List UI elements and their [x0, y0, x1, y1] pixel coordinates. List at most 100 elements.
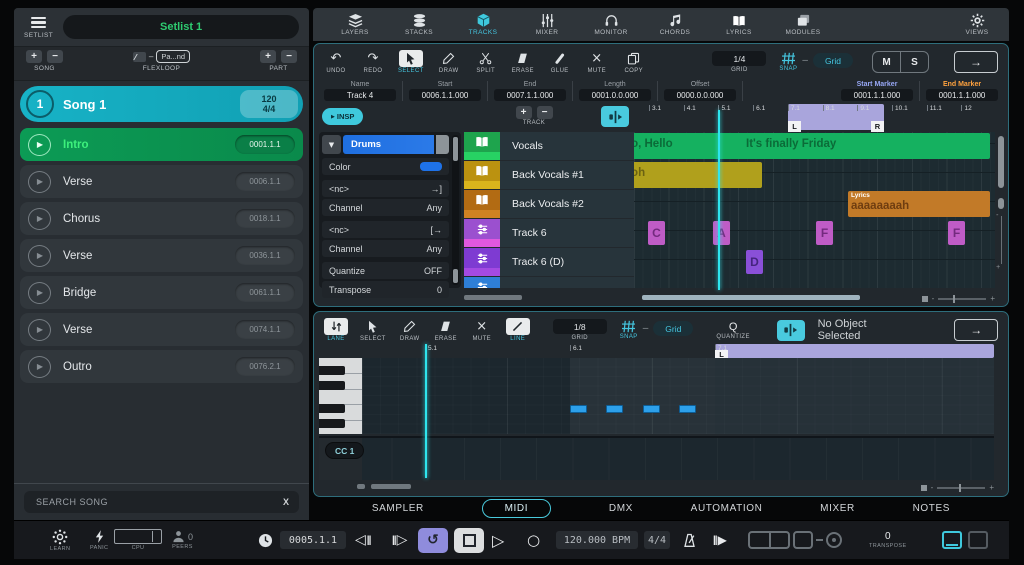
info-field-start[interactable]: Start0006.1.1.000	[403, 81, 488, 101]
transpose-group[interactable]: 0 TRANSPOSE	[869, 521, 907, 559]
forward-button[interactable]: ||▷	[391, 521, 407, 559]
end-marker-field[interactable]: End Marker 0001.1.1.000	[920, 81, 1004, 101]
editor-zoom-control[interactable]: - +	[921, 483, 994, 492]
chord-marker[interactable]: F	[948, 221, 965, 245]
inspector-row[interactable]: ChannelAny	[322, 199, 449, 216]
part-play-button[interactable]: ▶	[28, 208, 51, 230]
quantize-group[interactable]: Q QUANTIZE	[716, 321, 750, 340]
learn-button[interactable]: LEARN	[50, 521, 70, 559]
midi-note[interactable]	[606, 405, 623, 413]
setlist-name-display[interactable]: Setlist 1	[63, 15, 299, 39]
preset-drag-handle[interactable]	[436, 135, 449, 154]
loop-left-flag[interactable]: L	[715, 350, 728, 358]
tool-copy[interactable]: COPY	[622, 50, 646, 74]
track-row[interactable]: Vocals	[464, 132, 634, 160]
part-play-button[interactable]: ▶	[28, 356, 51, 378]
tool-mute[interactable]: ×MUTE	[470, 318, 494, 342]
part-row[interactable]: ▶Outro0076.2.1	[20, 350, 303, 383]
flexloop-icon[interactable]	[133, 52, 146, 62]
position-display[interactable]: 0005.1.1	[280, 531, 346, 549]
tool-mute[interactable]: ×MUTE	[585, 50, 609, 74]
arrange-ruler[interactable]: 3.14.15.16.17.18.19.110.111.112LR	[634, 104, 995, 132]
part-play-button[interactable]: ▶	[28, 134, 51, 156]
song-row[interactable]: 1 Song 1 120 4/4	[20, 86, 303, 122]
part-row[interactable]: ▶Bridge0061.1.1	[20, 276, 303, 309]
cc-lane[interactable]: CC 1	[319, 436, 994, 480]
editor-more-button[interactable]: →	[954, 319, 998, 341]
arrange-horizontal-scrollbar[interactable]: - +	[634, 294, 995, 302]
layout-toggle-right[interactable]	[968, 531, 988, 549]
cc-lane-label[interactable]: CC 1	[325, 442, 364, 459]
tab-layers[interactable]: LAYERS	[333, 13, 377, 36]
panic-button[interactable]: PANIC	[90, 521, 108, 559]
bottom-tab-automation[interactable]: AUTOMATION	[691, 503, 763, 514]
track-row[interactable]: Track 6	[464, 219, 634, 247]
inspector-preset-name[interactable]: Drums	[343, 135, 434, 154]
part-play-button[interactable]: ▶	[28, 171, 51, 193]
tab-monitor[interactable]: MONITOR	[589, 13, 633, 36]
editor-auto-scroll-button[interactable]	[777, 320, 805, 341]
track-row[interactable]: Back Vocals #2	[464, 190, 634, 218]
editor-ruler[interactable]: 5.16.17.1L	[362, 344, 994, 359]
part-play-button[interactable]: ▶	[28, 319, 51, 341]
editor-playhead[interactable]	[425, 344, 427, 478]
arrange-grid-value[interactable]: 1/4	[712, 51, 766, 66]
midi-note[interactable]	[570, 405, 587, 413]
clip[interactable]: Lyricsaaaaaaaah	[848, 191, 990, 217]
time-signature-group[interactable]: 4/4	[644, 521, 670, 559]
part-play-button[interactable]: ▶	[28, 245, 51, 267]
mute-button[interactable]: M	[873, 52, 901, 72]
editor-grid-value[interactable]: 1/8	[553, 319, 607, 334]
arrange-vertical-scrollbar[interactable]: -+	[998, 136, 1004, 282]
add-part-button[interactable]: +	[260, 50, 276, 63]
part-row[interactable]: ▶Intro0001.1.1	[20, 128, 303, 161]
tool-lane[interactable]: LANE	[324, 318, 348, 342]
snap-grid-icon[interactable]	[621, 320, 636, 333]
inspector-row[interactable]: <nc>→]	[322, 180, 449, 197]
rewind-button[interactable]: ◁||	[355, 521, 371, 559]
bpm-display[interactable]: 120.000 BPM	[556, 531, 638, 549]
snap-grid-icon[interactable]	[781, 52, 796, 65]
skip-button[interactable]: ||▶	[712, 521, 727, 559]
piano-keys[interactable]	[319, 358, 362, 434]
editor-snap-mode[interactable]: Grid	[653, 321, 693, 336]
time-signature-display[interactable]: 4/4	[644, 531, 670, 549]
track-row[interactable]	[464, 277, 634, 288]
tool-glue[interactable]: GLUE	[548, 50, 572, 74]
stop-button[interactable]	[454, 521, 484, 559]
loop-left-flag[interactable]: L	[788, 121, 801, 132]
tool-split[interactable]: SPLIT	[474, 50, 498, 74]
loop-right-flag[interactable]: R	[871, 121, 884, 132]
flexloop-value[interactable]: Pa...nd	[156, 50, 190, 63]
arrange-zoom-control[interactable]: - +	[922, 294, 995, 303]
bottom-tab-sampler[interactable]: SAMPLER	[372, 503, 424, 514]
chord-marker[interactable]: C	[648, 221, 665, 245]
search-input[interactable]	[34, 496, 277, 508]
remove-part-button[interactable]: −	[281, 50, 297, 63]
tempo-display-group[interactable]: 120.000 BPM	[556, 521, 638, 559]
tool-draw[interactable]: DRAW	[437, 50, 461, 74]
tool-select[interactable]: SELECT	[398, 50, 424, 74]
chord-marker[interactable]: A	[713, 221, 730, 245]
chord-marker[interactable]: D	[746, 250, 763, 274]
position-display-group[interactable]: 0005.1.1	[280, 521, 346, 559]
add-song-button[interactable]: +	[26, 50, 42, 63]
remove-track-button[interactable]: −	[537, 106, 553, 119]
views-button[interactable]: VIEWS	[955, 13, 999, 36]
midi-note[interactable]	[643, 405, 660, 413]
tool-select[interactable]: SELECT	[360, 318, 386, 342]
editor-horizontal-scrollbar[interactable]: - +	[319, 483, 994, 491]
loop-region[interactable]	[715, 344, 994, 358]
clip[interactable]: Hello, HelloIt's finally Friday	[634, 133, 990, 159]
tab-chords[interactable]: CHORDS	[653, 13, 697, 36]
color-swatch[interactable]	[420, 162, 442, 171]
black-key[interactable]	[319, 404, 345, 413]
bottom-tab-notes[interactable]: NOTES	[913, 503, 950, 514]
setlist-menu-button[interactable]: SETLIST	[24, 15, 53, 40]
piano-roll-grid[interactable]	[362, 358, 994, 434]
track-row[interactable]: Back Vocals #1	[464, 161, 634, 189]
arrange-snap-mode[interactable]: Grid	[813, 53, 853, 68]
inspector-row[interactable]: ChannelAny	[322, 240, 449, 257]
info-field-length[interactable]: Length0001.0.0.000	[573, 81, 658, 101]
inspector-dropdown-button[interactable]: ▼	[322, 135, 341, 154]
